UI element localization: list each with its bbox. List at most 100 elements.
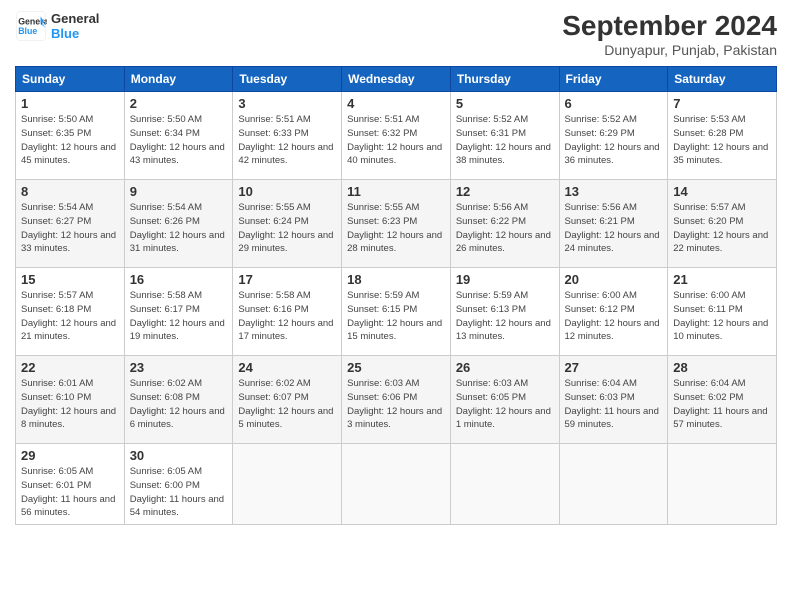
day-number: 3 (238, 96, 336, 111)
day-number: 24 (238, 360, 336, 375)
calendar: Sunday Monday Tuesday Wednesday Thursday… (15, 66, 777, 525)
day-number: 16 (130, 272, 228, 287)
table-row: 27 Sunrise: 6:04 AMSunset: 6:03 PMDayligh… (559, 356, 668, 444)
table-row: 22 Sunrise: 6:01 AMSunset: 6:10 PMDayligh… (16, 356, 125, 444)
page: General Blue General Blue September 2024… (0, 0, 792, 612)
table-row: 9 Sunrise: 5:54 AMSunset: 6:26 PMDaylight… (124, 180, 233, 268)
logo-line1: General (51, 11, 99, 26)
day-info: Sunrise: 5:56 AMSunset: 6:22 PMDaylight:… (456, 202, 551, 254)
table-row: 12 Sunrise: 5:56 AMSunset: 6:22 PMDayligh… (450, 180, 559, 268)
day-info: Sunrise: 6:03 AMSunset: 6:05 PMDaylight:… (456, 378, 551, 430)
table-row: 10 Sunrise: 5:55 AMSunset: 6:24 PMDayligh… (233, 180, 342, 268)
day-number: 28 (673, 360, 771, 375)
day-info: Sunrise: 5:59 AMSunset: 6:15 PMDaylight:… (347, 290, 442, 342)
table-row: 7 Sunrise: 5:53 AMSunset: 6:28 PMDaylight… (668, 92, 777, 180)
table-row: 4 Sunrise: 5:51 AMSunset: 6:32 PMDaylight… (342, 92, 451, 180)
col-sunday: Sunday (16, 67, 125, 92)
day-info: Sunrise: 5:51 AMSunset: 6:32 PMDaylight:… (347, 114, 442, 166)
day-info: Sunrise: 5:50 AMSunset: 6:34 PMDaylight:… (130, 114, 225, 166)
day-info: Sunrise: 5:55 AMSunset: 6:23 PMDaylight:… (347, 202, 442, 254)
calendar-week-1: 1 Sunrise: 5:50 AMSunset: 6:35 PMDaylight… (16, 92, 777, 180)
table-row: 18 Sunrise: 5:59 AMSunset: 6:15 PMDayligh… (342, 268, 451, 356)
day-number: 17 (238, 272, 336, 287)
table-row: 6Sunrise: 5:52 AMSunset: 6:29 PMDaylight… (559, 92, 668, 180)
day-number: 23 (130, 360, 228, 375)
day-info: Sunrise: 5:58 AMSunset: 6:17 PMDaylight:… (130, 290, 225, 342)
day-number: 15 (21, 272, 119, 287)
day-info: Sunrise: 6:02 AMSunset: 6:07 PMDaylight:… (238, 378, 333, 430)
day-info: Sunrise: 6:00 AMSunset: 6:12 PMDaylight:… (565, 290, 660, 342)
table-row: 24 Sunrise: 6:02 AMSunset: 6:07 PMDayligh… (233, 356, 342, 444)
day-number: 2 (130, 96, 228, 111)
table-row: 23Sunrise: 6:02 AMSunset: 6:08 PMDayligh… (124, 356, 233, 444)
day-number: 1 (21, 96, 119, 111)
day-info: Sunrise: 5:59 AMSunset: 6:13 PMDaylight:… (456, 290, 551, 342)
day-info: Sunrise: 5:57 AMSunset: 6:18 PMDaylight:… (21, 290, 116, 342)
table-row: 1 Sunrise: 5:50 AMSunset: 6:35 PMDaylight… (16, 92, 125, 180)
day-info: Sunrise: 5:57 AMSunset: 6:20 PMDaylight:… (673, 202, 768, 254)
day-info: Sunrise: 6:03 AMSunset: 6:06 PMDaylight:… (347, 378, 442, 430)
table-row: 25 Sunrise: 6:03 AMSunset: 6:06 PMDayligh… (342, 356, 451, 444)
day-number: 6 (565, 96, 663, 111)
day-number: 20 (565, 272, 663, 287)
day-number: 27 (565, 360, 663, 375)
calendar-week-5: 29 Sunrise: 6:05 AMSunset: 6:01 PMDayligh… (16, 444, 777, 525)
day-info: Sunrise: 5:54 AMSunset: 6:26 PMDaylight:… (130, 202, 225, 254)
table-row (559, 444, 668, 525)
day-number: 8 (21, 184, 119, 199)
day-info: Sunrise: 6:04 AMSunset: 6:02 PMDaylight:… (673, 378, 767, 430)
day-number: 11 (347, 184, 445, 199)
day-info: Sunrise: 5:55 AMSunset: 6:24 PMDaylight:… (238, 202, 333, 254)
logo-line2: Blue (51, 26, 99, 41)
logo-text: General Blue (51, 11, 99, 41)
svg-text:Blue: Blue (18, 26, 37, 36)
day-number: 18 (347, 272, 445, 287)
table-row: 2 Sunrise: 5:50 AMSunset: 6:34 PMDaylight… (124, 92, 233, 180)
table-row: 3 Sunrise: 5:51 AMSunset: 6:33 PMDaylight… (233, 92, 342, 180)
table-row: 26Sunrise: 6:03 AMSunset: 6:05 PMDayligh… (450, 356, 559, 444)
day-number: 7 (673, 96, 771, 111)
day-number: 25 (347, 360, 445, 375)
col-friday: Friday (559, 67, 668, 92)
day-number: 4 (347, 96, 445, 111)
month-title: September 2024 (562, 10, 777, 42)
table-row: 5 Sunrise: 5:52 AMSunset: 6:31 PMDaylight… (450, 92, 559, 180)
table-row: 16 Sunrise: 5:58 AMSunset: 6:17 PMDayligh… (124, 268, 233, 356)
day-info: Sunrise: 5:58 AMSunset: 6:16 PMDaylight:… (238, 290, 333, 342)
calendar-week-4: 22 Sunrise: 6:01 AMSunset: 6:10 PMDayligh… (16, 356, 777, 444)
logo-icon: General Blue (15, 10, 47, 42)
day-info: Sunrise: 6:05 AMSunset: 6:00 PMDaylight:… (130, 466, 224, 518)
day-number: 9 (130, 184, 228, 199)
day-number: 14 (673, 184, 771, 199)
col-thursday: Thursday (450, 67, 559, 92)
day-number: 29 (21, 448, 119, 463)
day-number: 19 (456, 272, 554, 287)
title-block: September 2024 Dunyapur, Punjab, Pakista… (562, 10, 777, 58)
day-info: Sunrise: 5:50 AMSunset: 6:35 PMDaylight:… (21, 114, 116, 166)
col-saturday: Saturday (668, 67, 777, 92)
day-info: Sunrise: 5:56 AMSunset: 6:21 PMDaylight:… (565, 202, 660, 254)
day-number: 10 (238, 184, 336, 199)
header: General Blue General Blue September 2024… (15, 10, 777, 58)
day-info: Sunrise: 6:00 AMSunset: 6:11 PMDaylight:… (673, 290, 768, 342)
table-row: 11 Sunrise: 5:55 AMSunset: 6:23 PMDayligh… (342, 180, 451, 268)
day-info: Sunrise: 5:52 AMSunset: 6:31 PMDaylight:… (456, 114, 551, 166)
calendar-header-row: Sunday Monday Tuesday Wednesday Thursday… (16, 67, 777, 92)
table-row: 15 Sunrise: 5:57 AMSunset: 6:18 PMDayligh… (16, 268, 125, 356)
day-number: 5 (456, 96, 554, 111)
table-row (233, 444, 342, 525)
day-info: Sunrise: 5:51 AMSunset: 6:33 PMDaylight:… (238, 114, 333, 166)
table-row: 30Sunrise: 6:05 AMSunset: 6:00 PMDayligh… (124, 444, 233, 525)
day-info: Sunrise: 6:05 AMSunset: 6:01 PMDaylight:… (21, 466, 115, 518)
calendar-week-3: 15 Sunrise: 5:57 AMSunset: 6:18 PMDayligh… (16, 268, 777, 356)
day-number: 22 (21, 360, 119, 375)
day-info: Sunrise: 5:53 AMSunset: 6:28 PMDaylight:… (673, 114, 768, 166)
day-number: 21 (673, 272, 771, 287)
table-row (668, 444, 777, 525)
location: Dunyapur, Punjab, Pakistan (562, 42, 777, 58)
table-row: 8Sunrise: 5:54 AMSunset: 6:27 PMDaylight… (16, 180, 125, 268)
calendar-week-2: 8Sunrise: 5:54 AMSunset: 6:27 PMDaylight… (16, 180, 777, 268)
day-info: Sunrise: 6:01 AMSunset: 6:10 PMDaylight:… (21, 378, 116, 430)
day-info: Sunrise: 6:04 AMSunset: 6:03 PMDaylight:… (565, 378, 659, 430)
day-number: 12 (456, 184, 554, 199)
